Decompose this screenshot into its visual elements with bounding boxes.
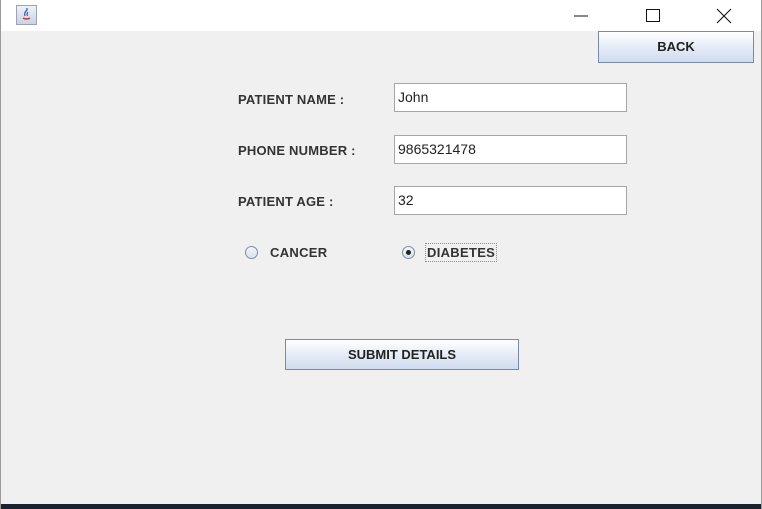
minimize-button[interactable]	[558, 0, 604, 31]
radio-selected-dot	[406, 250, 411, 255]
minimize-icon	[574, 15, 588, 17]
app-window: BACK PATIENT NAME : John PHONE NUMBER : …	[0, 0, 762, 509]
patient-name-label: PATIENT NAME :	[238, 92, 345, 107]
phone-number-field[interactable]: 9865321478	[394, 135, 627, 164]
patient-age-label: PATIENT AGE :	[238, 194, 334, 209]
patient-age-field[interactable]: 32	[394, 186, 627, 215]
back-button[interactable]: BACK	[598, 31, 754, 63]
patient-name-field[interactable]: John	[394, 83, 627, 112]
close-button[interactable]	[701, 0, 747, 31]
cancer-radio[interactable]	[245, 246, 258, 259]
phone-number-label: PHONE NUMBER :	[238, 143, 356, 158]
maximize-button[interactable]	[630, 0, 676, 31]
java-app-icon[interactable]	[16, 5, 37, 25]
form-panel: BACK PATIENT NAME : John PHONE NUMBER : …	[1, 31, 761, 509]
maximize-icon	[646, 9, 660, 22]
cancer-radio-label[interactable]: CANCER	[270, 245, 327, 260]
close-icon	[716, 8, 732, 24]
title-bar[interactable]	[1, 0, 761, 31]
taskbar-edge	[1, 504, 761, 509]
diabetes-radio-label[interactable]: DIABETES	[425, 243, 498, 262]
submit-details-button[interactable]: SUBMIT DETAILS	[285, 339, 519, 370]
diabetes-radio[interactable]	[402, 246, 415, 259]
